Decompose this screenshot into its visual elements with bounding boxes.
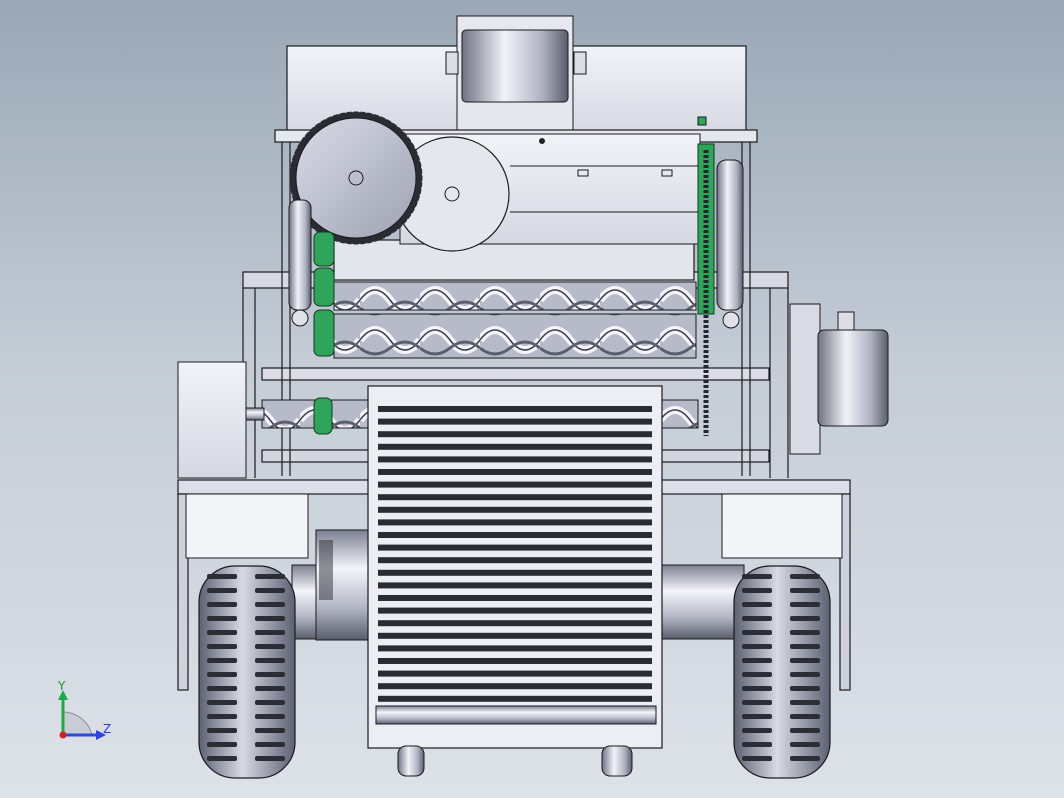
right-wheel[interactable] xyxy=(733,565,831,779)
drive-motor[interactable] xyxy=(315,529,371,641)
machine-model-view[interactable]: Y Z xyxy=(0,0,1064,798)
right-gear-motor[interactable] xyxy=(789,303,889,455)
auger-roller-lower[interactable] xyxy=(333,313,697,359)
left-lower-panel[interactable] xyxy=(185,493,309,559)
screen-grate[interactable] xyxy=(367,385,663,749)
right-lower-panel[interactable] xyxy=(721,493,843,559)
right-chain-drive[interactable] xyxy=(697,143,715,436)
left-vertical-cylinder[interactable] xyxy=(288,199,312,327)
cad-graphics-area[interactable]: Y Z xyxy=(0,0,1064,798)
left-sprocket-stack[interactable] xyxy=(313,231,335,435)
axis-z-label: Z xyxy=(103,722,111,736)
axis-y-label: Y xyxy=(57,679,66,693)
front-caster-right[interactable] xyxy=(601,745,633,777)
front-caster-left[interactable] xyxy=(397,745,425,777)
left-wheel[interactable] xyxy=(198,565,296,779)
coordinate-triad-icon: Y Z xyxy=(57,679,111,740)
right-vertical-cylinder[interactable] xyxy=(716,159,744,329)
auger-roller-upper[interactable] xyxy=(333,281,697,311)
left-motor-housing[interactable] xyxy=(177,361,265,479)
